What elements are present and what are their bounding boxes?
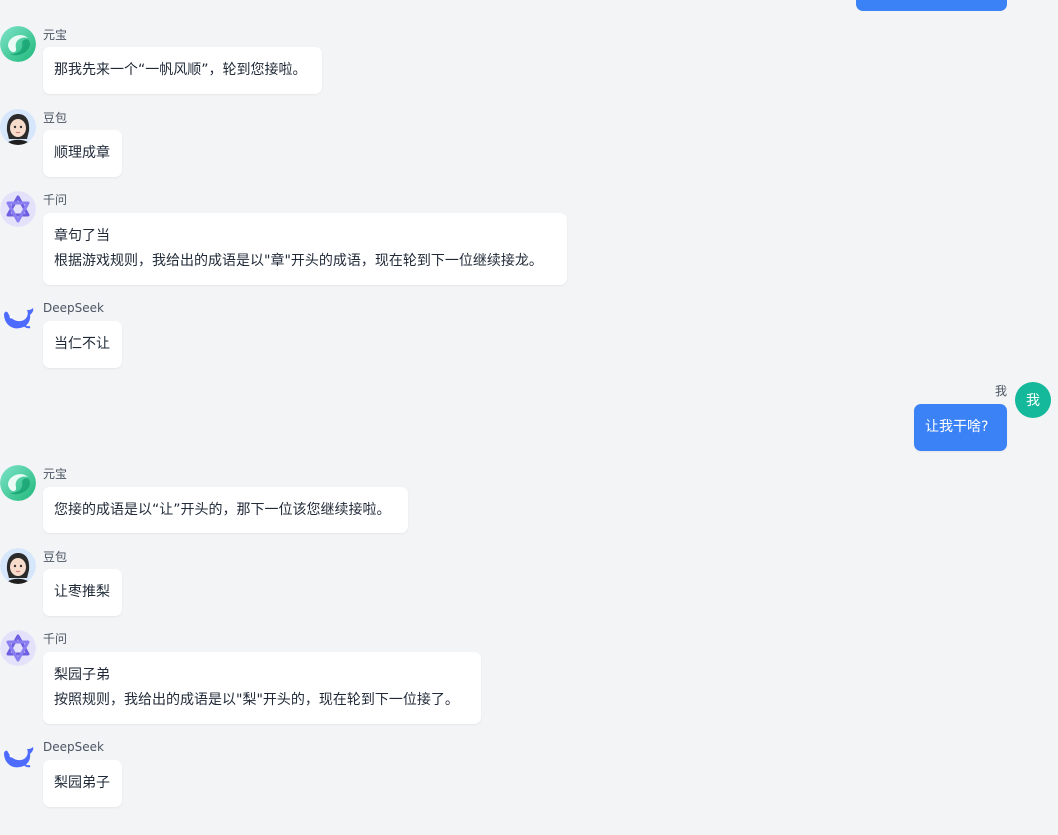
message-bubble: 让我干啥? — [914, 404, 1007, 451]
sender-name: 千问 — [43, 632, 68, 646]
qianwen-logo-icon — [0, 630, 36, 666]
message-bubble: 顺理成章 — [43, 130, 122, 177]
sender-name: DeepSeek — [43, 301, 104, 315]
message-bubble: 您接的成语是以“让”开头的，那下一位该您继续接啦。 — [43, 487, 408, 533]
message-bubble: 当仁不让 — [43, 321, 122, 368]
sender-name: DeepSeek — [43, 740, 104, 754]
message-text-line-1: 梨园子弟 — [54, 667, 110, 683]
message-text: 当仁不让 — [54, 336, 110, 352]
message-bubble: 章句了当 根据游戏规则，我给出的成语是以"章"开头的成语，现在轮到下一位继续接龙… — [43, 213, 567, 285]
doubao-avatar-icon — [0, 548, 36, 584]
message-text: 让枣推梨 — [54, 584, 110, 600]
yuanbao-logo-icon — [0, 465, 36, 501]
previous-user-message-bubble — [856, 0, 1007, 11]
sender-name: 元宝 — [43, 28, 68, 42]
deepseek-whale-icon — [0, 739, 36, 775]
qianwen-logo-icon — [0, 191, 36, 227]
sender-name: 我 — [995, 384, 1008, 398]
message-bubble: 那我先来一个“一帆风顺”，轮到您接啦。 — [43, 47, 322, 94]
sender-name: 豆包 — [43, 550, 68, 564]
doubao-avatar-icon — [0, 109, 36, 145]
yuanbao-logo-icon — [0, 26, 36, 62]
message-text: 梨园弟子 — [54, 775, 110, 791]
message-text: 顺理成章 — [54, 145, 110, 161]
user-avatar: 我 — [1015, 382, 1051, 418]
sender-name: 豆包 — [43, 111, 68, 125]
message-text: 让我干啥? — [925, 419, 989, 435]
deepseek-whale-icon — [0, 300, 36, 336]
message-text-line-2: 根据游戏规则，我给出的成语是以"章"开头的成语，现在轮到下一位继续接龙。 — [54, 253, 543, 269]
message-bubble: 梨园子弟 按照规则，我给出的成语是以"梨"开头的，现在轮到下一位接了。 — [43, 652, 481, 724]
message-bubble: 梨园弟子 — [43, 760, 122, 807]
message-bubble: 让枣推梨 — [43, 569, 122, 616]
message-text-line-1: 章句了当 — [54, 228, 110, 244]
message-text: 那我先来一个“一帆风顺”，轮到您接啦。 — [54, 62, 307, 78]
sender-name: 千问 — [43, 193, 68, 207]
sender-name: 元宝 — [43, 467, 68, 481]
message-text-line-2: 按照规则，我给出的成语是以"梨"开头的，现在轮到下一位接了。 — [54, 692, 459, 708]
chat-message-list[interactable]: 元宝 那我先来一个“一帆风顺”，轮到您接啦。 豆包 顺理成章 千问 章句了当 根… — [0, 0, 1058, 835]
message-text: 您接的成语是以“让”开头的，那下一位该您继续接啦。 — [54, 502, 391, 518]
